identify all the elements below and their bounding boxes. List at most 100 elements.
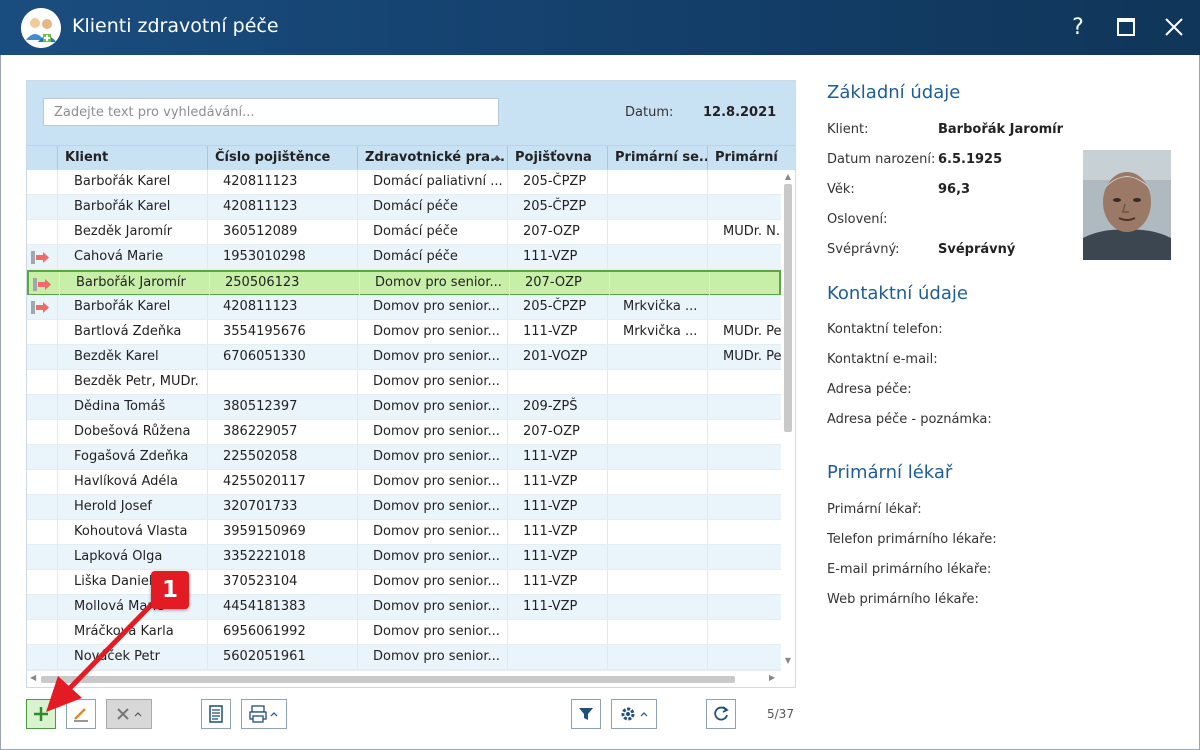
close-button[interactable] (1157, 10, 1191, 44)
vertical-scroll-thumb[interactable] (784, 184, 792, 432)
scroll-down-icon[interactable]: ▼ (781, 656, 795, 665)
cell-cislo: 6956061992 (207, 620, 357, 644)
contact-email-label: Kontaktní e-mail: (827, 352, 938, 367)
cell-zdrav: Domácí paliativní ... (357, 170, 507, 194)
cell-se (607, 645, 707, 669)
table-row[interactable]: Lapková Olga 3352221018 Domov pro senior..… (27, 545, 781, 570)
table-row[interactable]: Mollová Marie 4454181383 Domov pro senior.… (27, 595, 781, 620)
cell-klient: Lapková Olga (57, 545, 207, 569)
cell-cislo: 420811123 (207, 195, 357, 219)
table-row[interactable]: Bezděk Petr, MUDr. Domov pro senior... (27, 370, 781, 395)
vertical-scrollbar[interactable]: ▲ ▼ (781, 170, 795, 670)
age-label: Věk: (827, 182, 855, 197)
table-row[interactable]: Cahová Marie 1953010298 Domácí péče 111-VZP (27, 245, 781, 270)
document-button[interactable] (201, 699, 231, 729)
cell-zdrav: Domov pro senior... (357, 345, 507, 369)
cell-le (707, 620, 781, 644)
salutation-label: Oslovení: (827, 212, 888, 227)
table-row[interactable]: Barbořák Karel 420811123 Domov pro senior.… (27, 295, 781, 320)
filter-button[interactable] (571, 699, 601, 729)
table-row[interactable]: Bezděk Jaromír 360512089 Domácí péče 207-OZ… (27, 220, 781, 245)
table-row[interactable]: Nováček Petr 5602051961 Domov pro senior..… (27, 645, 781, 670)
table-row[interactable]: Dědina Tomáš 380512397 Domov pro senior...… (27, 395, 781, 420)
client-photo (1083, 150, 1171, 260)
cell-le (707, 195, 781, 219)
cell-zdrav: Domov pro senior... (357, 620, 507, 644)
cell-poj: 111-VZP (507, 570, 607, 594)
cell-le (707, 545, 781, 569)
edit-button[interactable] (66, 699, 96, 729)
cell-cislo: 360512089 (207, 220, 357, 244)
refresh-button[interactable] (706, 699, 736, 729)
search-input[interactable]: Zadejte text pro vyhledávání... (43, 98, 499, 126)
column-header-primarni-lekar[interactable]: Primární lé... (707, 146, 781, 171)
cell-se (607, 370, 707, 394)
cell-klient: Barbořák Jaromír (59, 272, 209, 296)
table-row[interactable]: Kohoutová Vlasta 3959150969 Domov pro seni… (27, 520, 781, 545)
table-row[interactable]: Bartlová Zdeňka 3554195676 Domov pro senio… (27, 320, 781, 345)
cell-poj (507, 645, 607, 669)
cell-cislo: 370523104 (207, 570, 357, 594)
cell-se (607, 520, 707, 544)
table-row[interactable]: Barbořák Karel 420811123 Domácí péče 205-ČP… (27, 195, 781, 220)
cell-se (607, 595, 707, 619)
scroll-up-icon[interactable]: ▲ (781, 172, 795, 181)
cell-le (707, 470, 781, 494)
annotation-badge: 1 (151, 571, 189, 609)
settings-button[interactable] (611, 699, 657, 729)
print-button[interactable] (241, 699, 287, 729)
cell-zdrav: Domácí péče (357, 245, 507, 269)
cell-le (709, 272, 781, 296)
cell-se (607, 395, 707, 419)
column-header-zdravotnicke-pracoviste[interactable]: Zdravotnické pra... (357, 146, 507, 171)
cell-se (607, 620, 707, 644)
column-header-primarni-sestra[interactable]: Primární se... (607, 146, 707, 171)
delete-button[interactable] (106, 699, 152, 729)
scroll-right-icon[interactable]: ▶ (769, 673, 775, 682)
cell-zdrav: Domov pro senior... (357, 320, 507, 344)
table-row[interactable]: Dobešová Růžena 386229057 Domov pro senior… (27, 420, 781, 445)
cell-se (607, 345, 707, 369)
sort-ascending-icon (493, 155, 501, 160)
row-indicator-cell (27, 370, 57, 394)
cell-zdrav: Domov pro senior... (357, 395, 507, 419)
grid-search-bar: Zadejte text pro vyhledávání... Datum: 1… (27, 81, 795, 145)
table-row[interactable]: Herold Josef 320701733 Domov pro senior...… (27, 495, 781, 520)
table-row[interactable]: Barbořák Karel 420811123 Domácí paliativní… (27, 170, 781, 195)
cell-le (707, 170, 781, 194)
cell-cislo: 420811123 (207, 170, 357, 194)
maximize-button[interactable] (1109, 10, 1143, 44)
record-count: 5/37 (767, 707, 794, 721)
cell-poj: 111-VZP (507, 245, 607, 269)
row-indicator-cell (27, 195, 57, 219)
cell-le (707, 645, 781, 669)
cell-zdrav: Domov pro senior... (359, 272, 509, 296)
title-bar: Klienti zdravotní péče ? (0, 0, 1200, 55)
cell-klient: Cahová Marie (57, 245, 207, 269)
cell-se (607, 545, 707, 569)
column-header-cislo-pojistence[interactable]: Číslo pojištěnce (207, 146, 357, 171)
cell-poj: 201-VOZP (507, 345, 607, 369)
doctor-email-label: E-mail primárního lékaře: (827, 562, 992, 577)
table-row[interactable]: Bezděk Karel 6706051330 Domov pro senior..… (27, 345, 781, 370)
help-button[interactable]: ? (1061, 10, 1095, 44)
table-row[interactable]: Havlíková Adéla 4255020117 Domov pro senio… (27, 470, 781, 495)
scroll-left-icon[interactable]: ◀ (30, 673, 36, 682)
column-header-klient[interactable]: Klient (57, 146, 210, 171)
row-indicator-cell (27, 345, 57, 369)
cell-zdrav: Domov pro senior... (357, 295, 507, 319)
competent-value: Svéprávný (938, 242, 1016, 257)
horizontal-scroll-thumb[interactable] (41, 676, 735, 683)
cell-klient: Kohoutová Vlasta (57, 520, 207, 544)
table-row[interactable]: Fogašová Zdeňka 225502058 Domov pro senior… (27, 445, 781, 470)
cell-le (707, 520, 781, 544)
column-header-pojistovna[interactable]: Pojišťovna (507, 146, 607, 171)
table-row[interactable]: Mráčková Karla 6956061992 Domov pro senior… (27, 620, 781, 645)
add-button[interactable] (26, 699, 56, 729)
table-row[interactable]: Liška Daniel 370523104 Domov pro senior...… (27, 570, 781, 595)
cell-se: Mrkvička ... (607, 320, 707, 344)
cell-se (607, 570, 707, 594)
horizontal-scrollbar[interactable]: ◀ ▶ (27, 670, 781, 686)
row-indicator-cell (29, 272, 59, 296)
table-row-selected[interactable]: Barbořák Jaromír 250506123 Domov pro senio… (27, 270, 781, 296)
